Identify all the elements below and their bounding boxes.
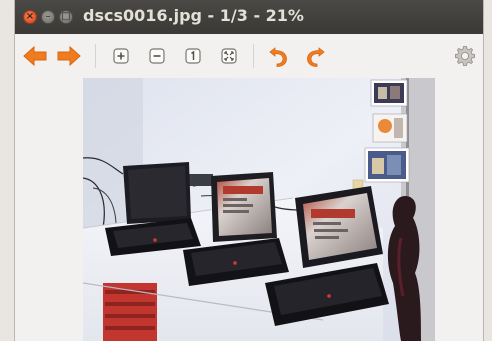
gear-icon bbox=[455, 46, 475, 66]
one-to-one-icon bbox=[185, 48, 201, 64]
image-view-area[interactable] bbox=[15, 78, 483, 341]
arrow-right-icon bbox=[57, 45, 81, 67]
rotate-left-button[interactable] bbox=[265, 42, 293, 70]
image-viewer-window: × – □ dscs0016.jpg - 1/3 - 21% bbox=[14, 0, 484, 341]
rotate-right-button[interactable] bbox=[301, 42, 329, 70]
photo-dscs0016 bbox=[83, 78, 435, 341]
close-icon: × bbox=[25, 11, 35, 22]
title-bar[interactable]: × – □ dscs0016.jpg - 1/3 - 21% bbox=[15, 0, 483, 34]
zoom-in-button[interactable] bbox=[107, 42, 135, 70]
rotate-right-icon bbox=[307, 47, 325, 67]
minimize-icon: – bbox=[45, 11, 51, 22]
photo-image bbox=[83, 78, 435, 341]
zoom-out-button[interactable] bbox=[143, 42, 171, 70]
preferences-button[interactable] bbox=[451, 42, 479, 70]
normal-size-button[interactable] bbox=[179, 42, 207, 70]
maximize-window-button[interactable]: □ bbox=[59, 10, 73, 24]
previous-image-button[interactable] bbox=[21, 42, 49, 70]
next-image-button[interactable] bbox=[55, 42, 83, 70]
close-window-button[interactable]: × bbox=[23, 10, 37, 24]
arrow-left-icon bbox=[23, 45, 47, 67]
fit-icon bbox=[221, 48, 237, 64]
toolbar-separator bbox=[95, 44, 96, 68]
maximize-icon: □ bbox=[61, 11, 71, 22]
zoom-out-icon bbox=[149, 48, 165, 64]
rotate-left-icon bbox=[269, 47, 287, 67]
minimize-window-button[interactable]: – bbox=[41, 10, 55, 24]
toolbar-separator bbox=[253, 44, 254, 68]
window-title: dscs0016.jpg - 1/3 - 21% bbox=[83, 6, 304, 25]
best-fit-button[interactable] bbox=[215, 42, 243, 70]
zoom-in-icon bbox=[113, 48, 129, 64]
toolbar bbox=[15, 34, 483, 78]
